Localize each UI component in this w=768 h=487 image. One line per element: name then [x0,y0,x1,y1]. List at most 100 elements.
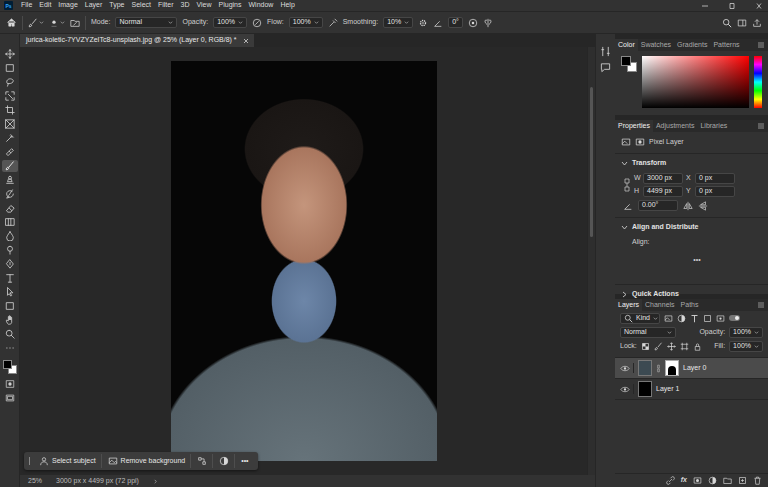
smoothing-field[interactable]: 10% [383,17,413,28]
symmetry-icon[interactable] [483,18,493,28]
menu-item[interactable]: Help [280,1,294,9]
x-field[interactable]: 0 px [695,173,735,184]
menu-item[interactable]: Edit [39,1,51,9]
layer-row[interactable]: Layer 0 [615,358,768,379]
panel-tab[interactable]: Gradients [674,39,710,51]
saturation-field[interactable] [642,56,749,108]
remove-background-button[interactable]: Remove background [103,454,192,468]
tool-button[interactable] [2,48,18,60]
panel-tab[interactable]: Properties [615,120,653,132]
panel-tab[interactable]: Adjustments [653,120,698,132]
panel-menu-icon[interactable] [757,42,765,48]
screen-mode-button[interactable] [2,392,18,404]
filter-type-icon[interactable] [690,314,699,323]
menu-item[interactable]: Plugins [219,1,242,9]
tool-button[interactable] [2,230,18,242]
select-subject-button[interactable]: Select subject [34,454,102,468]
visibility-toggle[interactable] [619,384,634,394]
mask-thumbnail[interactable] [665,360,679,376]
more-button[interactable]: ••• [236,455,253,467]
add-mask-icon[interactable] [693,476,702,485]
tool-button[interactable] [2,314,18,326]
maximize-icon[interactable] [727,2,737,10]
panel-tab[interactable]: Channels [642,299,678,311]
quick-mask-button[interactable] [2,378,18,390]
menu-item[interactable]: Filter [158,1,174,9]
tool-button[interactable] [2,216,18,228]
link-layers-icon[interactable] [666,476,675,485]
y-field[interactable]: 0 px [695,186,735,197]
lock-artboard-icon[interactable] [680,342,689,351]
workspace-icon[interactable] [737,18,747,28]
filter-pixel-icon[interactable] [664,314,673,323]
pressure-size-icon[interactable] [468,18,478,28]
panel-menu-icon[interactable] [757,302,765,308]
flip-horizontal-icon[interactable] [683,201,693,211]
blend-mode-dropdown[interactable]: Normal [620,327,676,338]
grip-icon[interactable] [28,456,31,466]
tool-button[interactable] [2,160,18,172]
trash-icon[interactable] [753,476,762,485]
gear-icon[interactable] [418,18,428,28]
comments-icon[interactable] [600,62,611,73]
filter-toggle[interactable] [729,315,740,321]
opacity-field[interactable]: 100% [213,17,247,28]
angle-field[interactable]: 0.00° [638,200,678,211]
panel-tab[interactable]: Paths [678,299,702,311]
hue-slider[interactable] [754,56,762,108]
align-section-header[interactable]: Align and Distribute [621,222,762,233]
fill-field[interactable]: 100% [729,341,763,352]
tool-button[interactable] [2,104,18,116]
foreground-color-swatch[interactable] [621,56,631,66]
tool-preset-picker[interactable] [28,18,44,28]
canvas[interactable]: Select subjectRemove background ••• [20,47,587,475]
panel-tab[interactable]: Swatches [638,39,674,51]
panel-tab[interactable]: Color [615,39,638,51]
menu-item[interactable]: 3D [181,1,190,9]
layer-row[interactable]: Layer 1 [615,379,768,400]
transform-button[interactable] [192,454,213,468]
brush-settings-icon[interactable] [70,18,80,28]
lock-all-icon[interactable] [693,342,702,351]
link-icon[interactable] [623,177,631,193]
height-field[interactable]: 4499 px [643,186,683,197]
tool-button[interactable] [2,328,18,340]
menu-item[interactable]: View [197,1,212,9]
angle-field[interactable]: 0° [448,17,463,28]
tool-button[interactable] [2,272,18,284]
panel-tab[interactable]: Libraries [697,120,730,132]
tool-button[interactable] [2,202,18,214]
brush-preset-picker[interactable] [49,18,65,28]
portrait-photo[interactable] [171,61,437,461]
flow-field[interactable]: 100% [289,17,323,28]
tool-button[interactable] [2,300,18,312]
close-tab-icon[interactable] [243,38,249,44]
filter-smart-object-icon[interactable] [716,314,725,323]
menu-item[interactable]: Select [132,1,151,9]
status-arrow-icon[interactable] [153,479,158,484]
visibility-toggle[interactable] [619,363,634,373]
new-layer-icon[interactable] [738,476,747,485]
tool-button[interactable] [2,146,18,158]
lock-pixels-icon[interactable] [654,342,663,351]
tool-button[interactable] [2,90,18,102]
tool-button[interactable] [2,174,18,186]
panel-menu-icon[interactable] [757,123,765,129]
lock-position-icon[interactable] [667,342,676,351]
share-icon[interactable] [752,18,762,28]
lock-transparent-icon[interactable] [641,342,650,351]
adjustment-button[interactable] [214,454,235,468]
mask-icon[interactable] [635,137,645,147]
tool-button[interactable] [2,188,18,200]
width-field[interactable]: 3000 px [643,173,683,184]
filter-kind-dropdown[interactable]: Kind [620,313,660,324]
tool-button[interactable] [2,342,18,354]
panel-tab[interactable]: Patterns [710,39,742,51]
airbrush-icon[interactable] [328,18,338,28]
vertical-scrollbar[interactable] [587,47,595,475]
panel-tab[interactable]: Layers [615,299,642,311]
tool-button[interactable] [2,286,18,298]
foreground-color-swatch[interactable] [3,360,12,369]
pressure-opacity-icon[interactable] [252,18,262,28]
menu-item[interactable]: File [21,1,32,9]
